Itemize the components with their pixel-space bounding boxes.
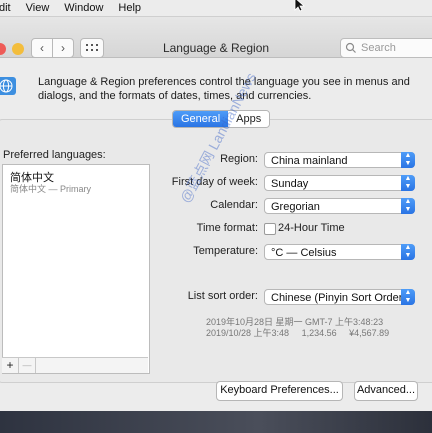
24-hour-checkbox[interactable] [264, 223, 276, 235]
temperature-label: Temperature: [193, 245, 258, 257]
calendar-value: Gregorian [271, 201, 320, 213]
chevron-updown-icon: ▲ ▼ [401, 289, 415, 305]
language-sub: 简体中文 — Primary [10, 184, 92, 194]
add-language-button[interactable]: + [2, 358, 19, 373]
menu-help[interactable]: Help [118, 2, 141, 14]
preferred-languages-label: Preferred languages: [3, 149, 106, 161]
region-label: Region: [220, 153, 258, 165]
temperature-value: °C — Celsius [271, 247, 337, 259]
chevron-updown-icon: ▲ ▼ [401, 198, 415, 214]
temperature-popup[interactable]: °C — Celsius ▲ ▼ [264, 244, 415, 260]
search-placeholder: Search [361, 42, 396, 54]
menu-window[interactable]: Window [64, 2, 103, 14]
time-format-label: Time format: [196, 222, 258, 234]
date-sample-short: 2019/10/28 上午3:48 1,234.56 ¥4,567.89 [206, 328, 390, 338]
menu-bar: dit View Window Help [0, 0, 432, 17]
keyboard-preferences-button[interactable]: Keyboard Preferences... [216, 381, 343, 401]
desktop-background [0, 411, 432, 433]
calendar-popup[interactable]: Gregorian ▲ ▼ [264, 198, 415, 214]
sort-order-popup[interactable]: Chinese (Pinyin Sort Order) ▲ ▼ [264, 289, 415, 305]
first-day-value: Sunday [271, 178, 309, 190]
calendar-label: Calendar: [210, 199, 258, 211]
remove-language-button[interactable]: — [19, 358, 36, 373]
title-bar: ‹ › Language & Region Search [0, 17, 432, 58]
sort-order-label: List sort order: [187, 290, 258, 302]
region-value: China mainland [271, 155, 348, 167]
list-controls: + — [2, 357, 148, 373]
search-icon [345, 42, 356, 53]
preferences-window: ‹ › Language & Region Search Language & … [0, 17, 432, 411]
menu-view[interactable]: View [26, 2, 50, 14]
preferred-languages-list[interactable]: 简体中文 简体中文 — Primary [2, 164, 150, 374]
search-field[interactable]: Search [340, 38, 432, 58]
menu-edit[interactable]: dit [0, 2, 11, 14]
chevron-updown-icon: ▲ ▼ [401, 175, 415, 191]
advanced-button[interactable]: Advanced... [354, 381, 418, 401]
first-day-popup[interactable]: Sunday ▲ ▼ [264, 175, 415, 191]
flag-globe-icon [0, 77, 16, 95]
24-hour-label[interactable]: 24-Hour Time [278, 222, 345, 234]
chevron-updown-icon: ▲ ▼ [401, 244, 415, 260]
mouse-pointer-icon [294, 0, 306, 12]
region-popup[interactable]: China mainland ▲ ▼ [264, 152, 415, 168]
sort-order-value: Chinese (Pinyin Sort Order) [271, 292, 407, 304]
chevron-updown-icon: ▲ ▼ [401, 152, 415, 168]
